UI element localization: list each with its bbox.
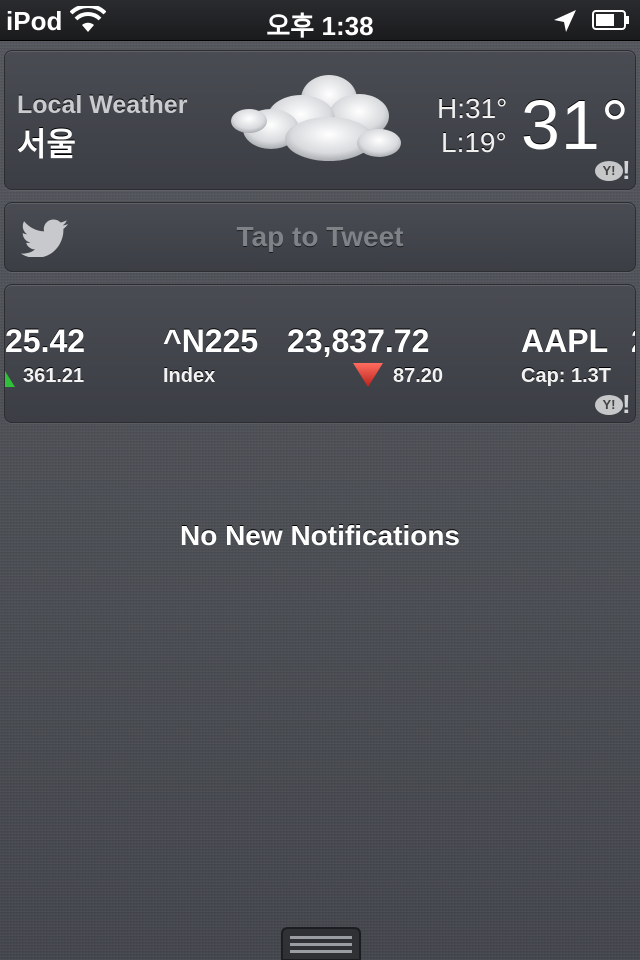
status-time: 오후 1:38 bbox=[266, 11, 374, 41]
stocks-widget[interactable]: 25.42 361.21 ^N225 Index 23,837.72 87.20… bbox=[4, 284, 636, 423]
weather-widget[interactable]: Local Weather 서울 H:31° L:19° 31° Y!! bbox=[4, 50, 636, 190]
down-arrow-icon bbox=[353, 363, 383, 387]
no-notifications-label: No New Notifications bbox=[179, 520, 460, 551]
up-arrow-icon bbox=[5, 371, 15, 387]
stock-symbol: ^N225 bbox=[163, 323, 259, 359]
stock-subtitle: Cap: 1.3T bbox=[521, 365, 612, 387]
stock-change: 87.20 bbox=[393, 365, 444, 387]
stock-change: 361.21 bbox=[23, 365, 85, 387]
notification-center-handle[interactable] bbox=[278, 926, 364, 960]
stock-price: 25.42 bbox=[5, 323, 86, 359]
yahoo-icon[interactable]: Y!! bbox=[595, 389, 633, 419]
weather-city: 서울 bbox=[17, 126, 76, 162]
weather-title: Local Weather bbox=[17, 91, 188, 119]
stock-price: 23,837.72 bbox=[287, 323, 430, 359]
tweet-widget[interactable]: Tap to Tweet bbox=[4, 202, 636, 272]
status-bar: iPod 오후 1:38 bbox=[0, 0, 640, 41]
location-arrow-icon bbox=[554, 10, 576, 32]
stock-symbol: AAPL bbox=[521, 323, 609, 359]
stock-price: 2 bbox=[631, 323, 635, 360]
yahoo-icon[interactable]: Y!! bbox=[595, 155, 633, 185]
weather-low: L:19° bbox=[441, 127, 507, 158]
weather-high: H:31° bbox=[437, 93, 508, 124]
cloud-icon bbox=[231, 75, 401, 161]
tap-to-tweet-label: Tap to Tweet bbox=[236, 221, 404, 252]
battery-icon bbox=[592, 10, 629, 30]
stock-subtitle: Index bbox=[163, 365, 216, 387]
weather-temperature: 31° bbox=[521, 86, 630, 164]
